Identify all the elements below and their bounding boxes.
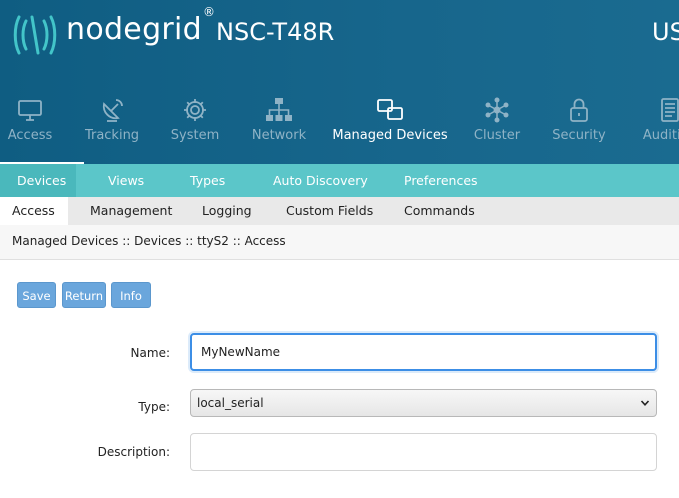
save-button[interactable]: Save — [17, 282, 56, 308]
tab-custom-fields[interactable]: Custom Fields — [286, 197, 373, 225]
info-button[interactable]: Info — [111, 282, 151, 308]
nav-item-label: Managed Devices — [332, 128, 448, 143]
tab-access[interactable]: Access — [0, 197, 68, 225]
description-input[interactable] — [190, 433, 657, 471]
type-select[interactable]: local_serial — [190, 389, 657, 417]
description-label: Description: — [97, 445, 170, 459]
type-select-value: local_serial — [197, 396, 264, 410]
document-icon — [661, 98, 679, 122]
nav-item-label: Security — [552, 128, 606, 143]
nav-item-label: Cluster — [473, 128, 521, 143]
sub-nav-views[interactable]: Views — [108, 164, 144, 197]
sub-nav-types[interactable]: Types — [190, 164, 225, 197]
lock-icon — [570, 98, 588, 122]
nav-item-auditing[interactable]: Auditing — [640, 90, 679, 164]
satellite-dish-icon — [102, 99, 123, 122]
nav-item-label: Network — [251, 128, 307, 143]
nav-item-cluster[interactable]: Cluster — [467, 90, 527, 164]
user-label[interactable]: US — [652, 18, 679, 46]
nav-item-label: System — [170, 128, 220, 143]
brand-text: nodegrid — [66, 12, 203, 47]
nav-item-system[interactable]: System — [165, 90, 225, 164]
gear-icon — [184, 99, 206, 121]
nav-item-network[interactable]: Network — [249, 90, 309, 164]
page: nodegrid® NSC-T48R US Access Tracking Sy… — [0, 0, 679, 498]
nav-item-security[interactable]: Security — [549, 90, 609, 164]
nav-item-access[interactable]: Access — [0, 90, 60, 164]
sub-nav: Devices Views Types Auto Discovery Prefe… — [0, 164, 679, 197]
tab-logging[interactable]: Logging — [202, 197, 252, 225]
nav-item-label: Tracking — [84, 128, 140, 143]
tab-management[interactable]: Management — [90, 197, 172, 225]
sub-nav-auto-discovery[interactable]: Auto Discovery — [273, 164, 368, 197]
brand-name: nodegrid® — [66, 5, 215, 47]
sub-nav-preferences[interactable]: Preferences — [404, 164, 478, 197]
tab-commands[interactable]: Commands — [404, 197, 475, 225]
network-tree-icon — [266, 98, 292, 121]
app-header: nodegrid® NSC-T48R US Access Tracking Sy… — [0, 0, 679, 164]
nav-item-label: Auditing — [642, 128, 679, 143]
cluster-icon — [485, 97, 509, 123]
monitor-icon — [18, 100, 42, 121]
device-model: NSC-T48R — [216, 18, 335, 46]
nav-item-managed-devices[interactable]: Managed Devices — [332, 90, 448, 164]
devices-icon — [377, 99, 403, 120]
tab-bar: Access Management Logging Custom Fields … — [0, 197, 679, 225]
name-input[interactable] — [190, 333, 657, 371]
nav-item-label: Access — [7, 128, 53, 143]
name-label: Name: — [130, 346, 170, 360]
chevron-down-icon — [640, 400, 650, 406]
nav-item-tracking[interactable]: Tracking — [82, 90, 142, 164]
type-label: Type: — [138, 400, 170, 414]
nodegrid-logo-icon — [13, 15, 57, 55]
breadcrumb: Managed Devices :: Devices :: ttyS2 :: A… — [0, 225, 679, 260]
sub-nav-devices[interactable]: Devices — [0, 164, 76, 197]
main-nav: Access Tracking System Network Managed D… — [0, 90, 679, 164]
return-button[interactable]: Return — [62, 282, 106, 308]
registered-mark: ® — [203, 5, 216, 19]
